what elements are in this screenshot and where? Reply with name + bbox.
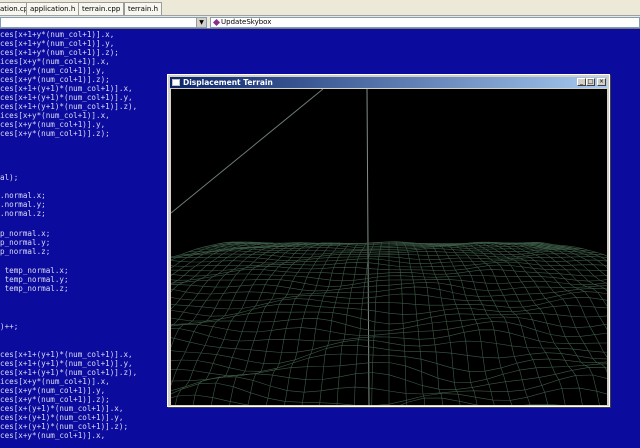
- minimize-icon: _: [580, 78, 583, 85]
- code-line: ices[x+y*(num_col+1)].x,: [0, 111, 110, 120]
- tab-application-h[interactable]: application.h: [26, 2, 80, 15]
- maximize-icon: □: [587, 78, 594, 85]
- wire-column: [484, 241, 607, 358]
- code-line: ces[x+y*(num_col+1)].z);: [0, 395, 110, 404]
- code-line: ces[x+1+(y+1)*(num_col+1)].z),: [0, 102, 138, 111]
- code-line: ces[x+y*(num_col+1)].y,: [0, 120, 106, 129]
- code-line: ces[x+(y+1)*(num_col+1)].z);: [0, 422, 129, 431]
- wire-column: [525, 242, 607, 268]
- code-line: al);: [0, 173, 19, 182]
- window-titlebar[interactable]: Displacement Terrain _ □ ×: [170, 77, 607, 88]
- wire-column: [371, 241, 383, 405]
- code-line: ces[x+1+(y+1)*(num_col+1)].x,: [0, 84, 133, 93]
- code-line: ices[x+y*(num_col+1)].x,: [0, 57, 110, 66]
- code-line: temp_normal.z;: [0, 284, 69, 293]
- code-line: ces[x+1+(y+1)*(num_col+1)].z),: [0, 368, 138, 377]
- code-line: )++;: [0, 322, 19, 331]
- code-line: ces[x+y*(num_col+1)].y,: [0, 66, 106, 75]
- render-viewport[interactable]: [171, 89, 607, 405]
- code-line: ces[x+1+y*(num_col+1)].x,: [0, 30, 115, 39]
- code-line: ces[x+1+y*(num_col+1)].y,: [0, 39, 115, 48]
- wire-column: [429, 243, 495, 405]
- code-line: ces[x+(y+1)*(num_col+1)].y,: [0, 413, 124, 422]
- wire-column: [265, 242, 342, 405]
- method-icon: [212, 18, 221, 27]
- skybox-edge-line: [171, 89, 324, 214]
- code-line: p_normal.y;: [0, 238, 51, 247]
- scope-dropdown[interactable]: ▼: [0, 17, 207, 28]
- displacement-terrain-window[interactable]: Displacement Terrain _ □ ×: [167, 74, 610, 407]
- wire-column: [477, 241, 607, 373]
- navigation-bar: ▼ UpdateSkybox: [0, 16, 640, 29]
- code-line: ces[x+y*(num_col+1)].y,: [0, 386, 106, 395]
- wire-column: [443, 243, 531, 405]
- code-line: ces[x+y*(num_col+1)].z);: [0, 75, 110, 84]
- code-line: p_normal.x;: [0, 229, 51, 238]
- window-title: Displacement Terrain: [183, 78, 273, 87]
- code-line: ces[x+1+(y+1)*(num_col+1)].y,: [0, 93, 133, 102]
- skybox-vertical-line: [366, 89, 370, 405]
- code-line: .normal.z;: [0, 209, 46, 218]
- code-line: ces[x+1+(y+1)*(num_col+1)].y,: [0, 359, 133, 368]
- code-line: ces[x+1+(y+1)*(num_col+1)].x,: [0, 350, 133, 359]
- minimize-button[interactable]: _: [577, 78, 586, 86]
- wire-column: [211, 243, 321, 405]
- window-app-icon[interactable]: [172, 79, 180, 86]
- code-line: ices[x+y*(num_col+1)].x,: [0, 377, 110, 386]
- wire-column: [450, 243, 549, 405]
- chevron-down-icon[interactable]: ▼: [196, 18, 206, 27]
- code-line: temp_normal.y;: [0, 275, 69, 284]
- code-line: p_normal.z;: [0, 247, 51, 256]
- function-dropdown[interactable]: UpdateSkybox: [210, 17, 640, 28]
- code-line: ces[x+1+y*(num_col+1)].z);: [0, 48, 119, 57]
- code-line: .normal.y;: [0, 200, 46, 209]
- terrain-wireframe: [171, 241, 607, 405]
- maximize-button[interactable]: □: [586, 78, 595, 86]
- tab-terrain-cpp[interactable]: terrain.cpp: [78, 2, 125, 15]
- wire-column: [301, 243, 355, 405]
- close-button[interactable]: ×: [597, 78, 606, 86]
- code-line: ces[x+y*(num_col+1)].z);: [0, 129, 110, 138]
- code-line: ces[x+y*(num_col+1)].x,: [0, 431, 106, 440]
- close-icon: ×: [598, 78, 605, 85]
- tab-terrain-h[interactable]: terrain.h: [124, 2, 163, 15]
- function-dropdown-value: UpdateSkybox: [221, 18, 272, 26]
- wire-column: [423, 243, 478, 405]
- code-line: .normal.x;: [0, 191, 46, 200]
- wire-column: [402, 241, 426, 405]
- terrain-render: [171, 89, 607, 405]
- code-line: ces[x+(y+1)*(num_col+1)].x,: [0, 404, 124, 413]
- file-tab-strip: ation.cpp application.h terrain.cpp terr…: [0, 0, 640, 16]
- code-line: temp_normal.x;: [0, 266, 69, 275]
